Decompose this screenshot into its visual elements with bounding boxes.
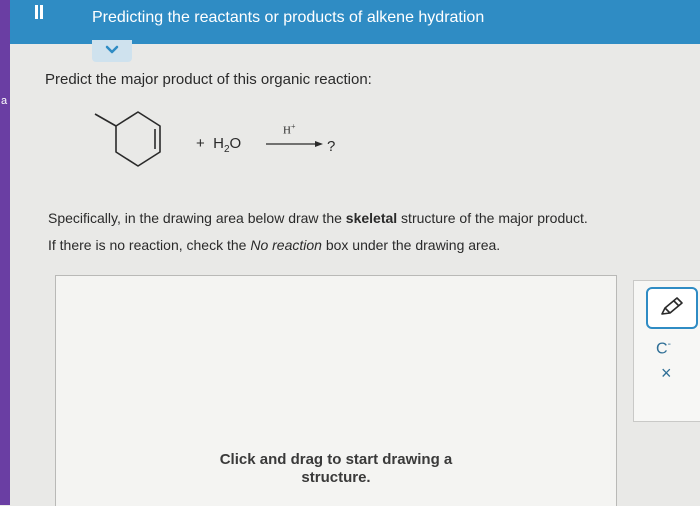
chevron-down-icon [105,45,119,54]
instruction-line-2: If there is no reaction, check the No re… [48,237,501,253]
charge-tool-button[interactable]: C- [656,339,671,358]
product-unknown: ? [327,138,336,155]
left-sidebar-strip: a [0,0,10,505]
reaction-arrow [266,141,323,147]
sidebar-edge-letter: a [1,95,8,107]
header-bar: Predicting the reactants or products of … [10,0,700,44]
draw-tool-button[interactable] [646,287,698,329]
question-prompt: Predict the major product of this organi… [45,71,372,88]
close-icon[interactable]: × [661,363,672,384]
reactant-structure [94,111,161,167]
drawing-canvas[interactable]: Click and drag to start drawing a struct… [55,275,617,506]
menu-icon[interactable] [32,5,46,21]
instruction-line-1: Specifically, in the drawing area below … [48,210,588,226]
collapse-toggle[interactable] [92,40,132,62]
page-title: Predicting the reactants or products of … [92,9,485,26]
pencil-icon [661,297,683,315]
reagent-water: + H2O [196,135,242,155]
drawing-toolbar: C- × [633,280,700,422]
canvas-hint: Click and drag to start drawing a struct… [219,451,453,486]
catalyst-label: H+ [283,122,296,137]
